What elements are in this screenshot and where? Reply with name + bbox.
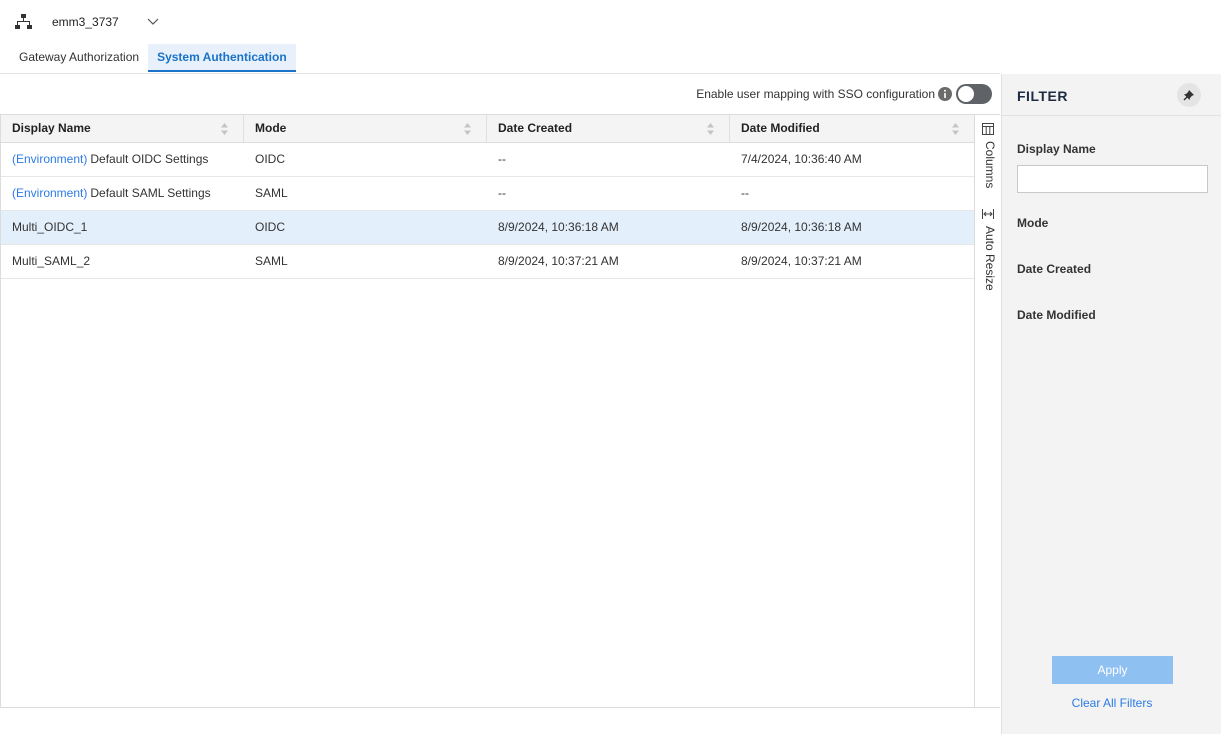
sort-icon[interactable] xyxy=(707,123,714,135)
auto-resize-button[interactable]: Auto Resize xyxy=(975,208,1001,303)
cell-display-name: Multi_SAML_2 xyxy=(12,254,91,268)
filter-panel: FILTER Display Name Mode Date Created Da… xyxy=(1001,74,1221,734)
cell-display-name: Multi_OIDC_1 xyxy=(12,220,88,234)
sso-mapping-toggle[interactable] xyxy=(956,84,992,104)
tab-system-authentication[interactable]: System Authentication xyxy=(148,44,296,72)
column-header-mode[interactable]: Mode xyxy=(244,115,487,142)
cell-mode: SAML xyxy=(255,186,288,200)
columns-icon xyxy=(982,123,994,135)
sort-icon[interactable] xyxy=(464,123,471,135)
columns-label: Columns xyxy=(983,141,997,189)
filter-title: FILTER xyxy=(1017,88,1068,104)
table-row[interactable]: Multi_SAML_2 SAML 8/9/2024, 10:37:21 AM … xyxy=(1,245,974,279)
cell-date-modified: 7/4/2024, 10:36:40 AM xyxy=(741,152,862,166)
environment-tag: (Environment) xyxy=(12,186,88,200)
table-row[interactable]: (Environment) Default SAML Settings SAML … xyxy=(1,177,974,211)
environment-selector-label[interactable]: emm3_3737 xyxy=(52,15,119,29)
info-icon[interactable] xyxy=(938,87,952,101)
pin-button[interactable] xyxy=(1177,83,1201,107)
column-header-date-created[interactable]: Date Created xyxy=(487,115,730,142)
cell-date-created: -- xyxy=(498,186,506,200)
cell-date-created: -- xyxy=(498,152,506,166)
filter-mode-label[interactable]: Mode xyxy=(1017,216,1048,230)
table-row[interactable]: (Environment) Default OIDC Settings OIDC … xyxy=(1,143,974,177)
filter-display-name-label: Display Name xyxy=(1017,142,1096,156)
sort-icon[interactable] xyxy=(221,123,228,135)
row-name: Default OIDC Settings xyxy=(90,152,209,166)
cell-date-modified: 8/9/2024, 10:36:18 AM xyxy=(741,220,862,234)
cell-date-created: 8/9/2024, 10:37:21 AM xyxy=(498,254,619,268)
cell-display-name: (Environment) Default SAML Settings xyxy=(1,177,244,210)
cell-date-modified: 8/9/2024, 10:37:21 AM xyxy=(741,254,862,268)
column-header-label: Mode xyxy=(255,121,287,135)
row-name: Default SAML Settings xyxy=(90,186,211,200)
column-header-label: Date Created xyxy=(498,121,573,135)
cell-display-name: (Environment) Default OIDC Settings xyxy=(1,143,244,176)
filter-header: FILTER xyxy=(1002,74,1221,116)
cell-date-modified: -- xyxy=(741,186,749,200)
grid-header: Display Name Mode Date Created Date Modi… xyxy=(1,115,974,143)
column-header-label: Date Modified xyxy=(741,121,820,135)
column-header-label: Display Name xyxy=(12,121,91,135)
clear-all-filters-link[interactable]: Clear All Filters xyxy=(1002,696,1221,710)
sso-mapping-label: Enable user mapping with SSO configurati… xyxy=(696,87,935,101)
chevron-down-icon[interactable] xyxy=(147,15,159,27)
resize-horizontal-icon xyxy=(982,209,994,219)
cell-mode: OIDC xyxy=(255,152,285,166)
top-bar: emm3_3737 xyxy=(0,0,1000,44)
cell-mode: OIDC xyxy=(255,220,285,234)
pin-icon xyxy=(1183,90,1194,101)
apply-button[interactable]: Apply xyxy=(1052,656,1173,684)
column-header-date-modified[interactable]: Date Modified xyxy=(730,115,974,142)
sort-icon[interactable] xyxy=(952,123,959,135)
grid-body: (Environment) Default OIDC Settings OIDC … xyxy=(1,143,974,279)
sso-mapping-row: Enable user mapping with SSO configurati… xyxy=(696,84,992,104)
filter-display-name-input[interactable] xyxy=(1017,165,1208,193)
cell-date-created: 8/9/2024, 10:36:18 AM xyxy=(498,220,619,234)
environment-tag: (Environment) xyxy=(12,152,88,166)
auth-settings-grid: Display Name Mode Date Created Date Modi… xyxy=(0,114,1000,708)
auto-resize-label: Auto Resize xyxy=(983,226,997,291)
tab-bar: Gateway Authorization System Authenticat… xyxy=(10,44,296,72)
filter-date-created-label[interactable]: Date Created xyxy=(1017,262,1091,276)
tabs-divider xyxy=(0,73,1000,74)
toggle-knob xyxy=(958,86,974,102)
grid-tool-strip: Columns Auto Resize xyxy=(974,115,1000,707)
column-header-display-name[interactable]: Display Name xyxy=(1,115,244,142)
filter-date-modified-label[interactable]: Date Modified xyxy=(1017,308,1096,322)
network-icon xyxy=(15,14,32,29)
table-row-selected[interactable]: Multi_OIDC_1 OIDC 8/9/2024, 10:36:18 AM … xyxy=(1,211,974,245)
cell-mode: SAML xyxy=(255,254,288,268)
tab-gateway-authorization[interactable]: Gateway Authorization xyxy=(10,44,148,72)
columns-button[interactable]: Columns xyxy=(975,123,1001,203)
